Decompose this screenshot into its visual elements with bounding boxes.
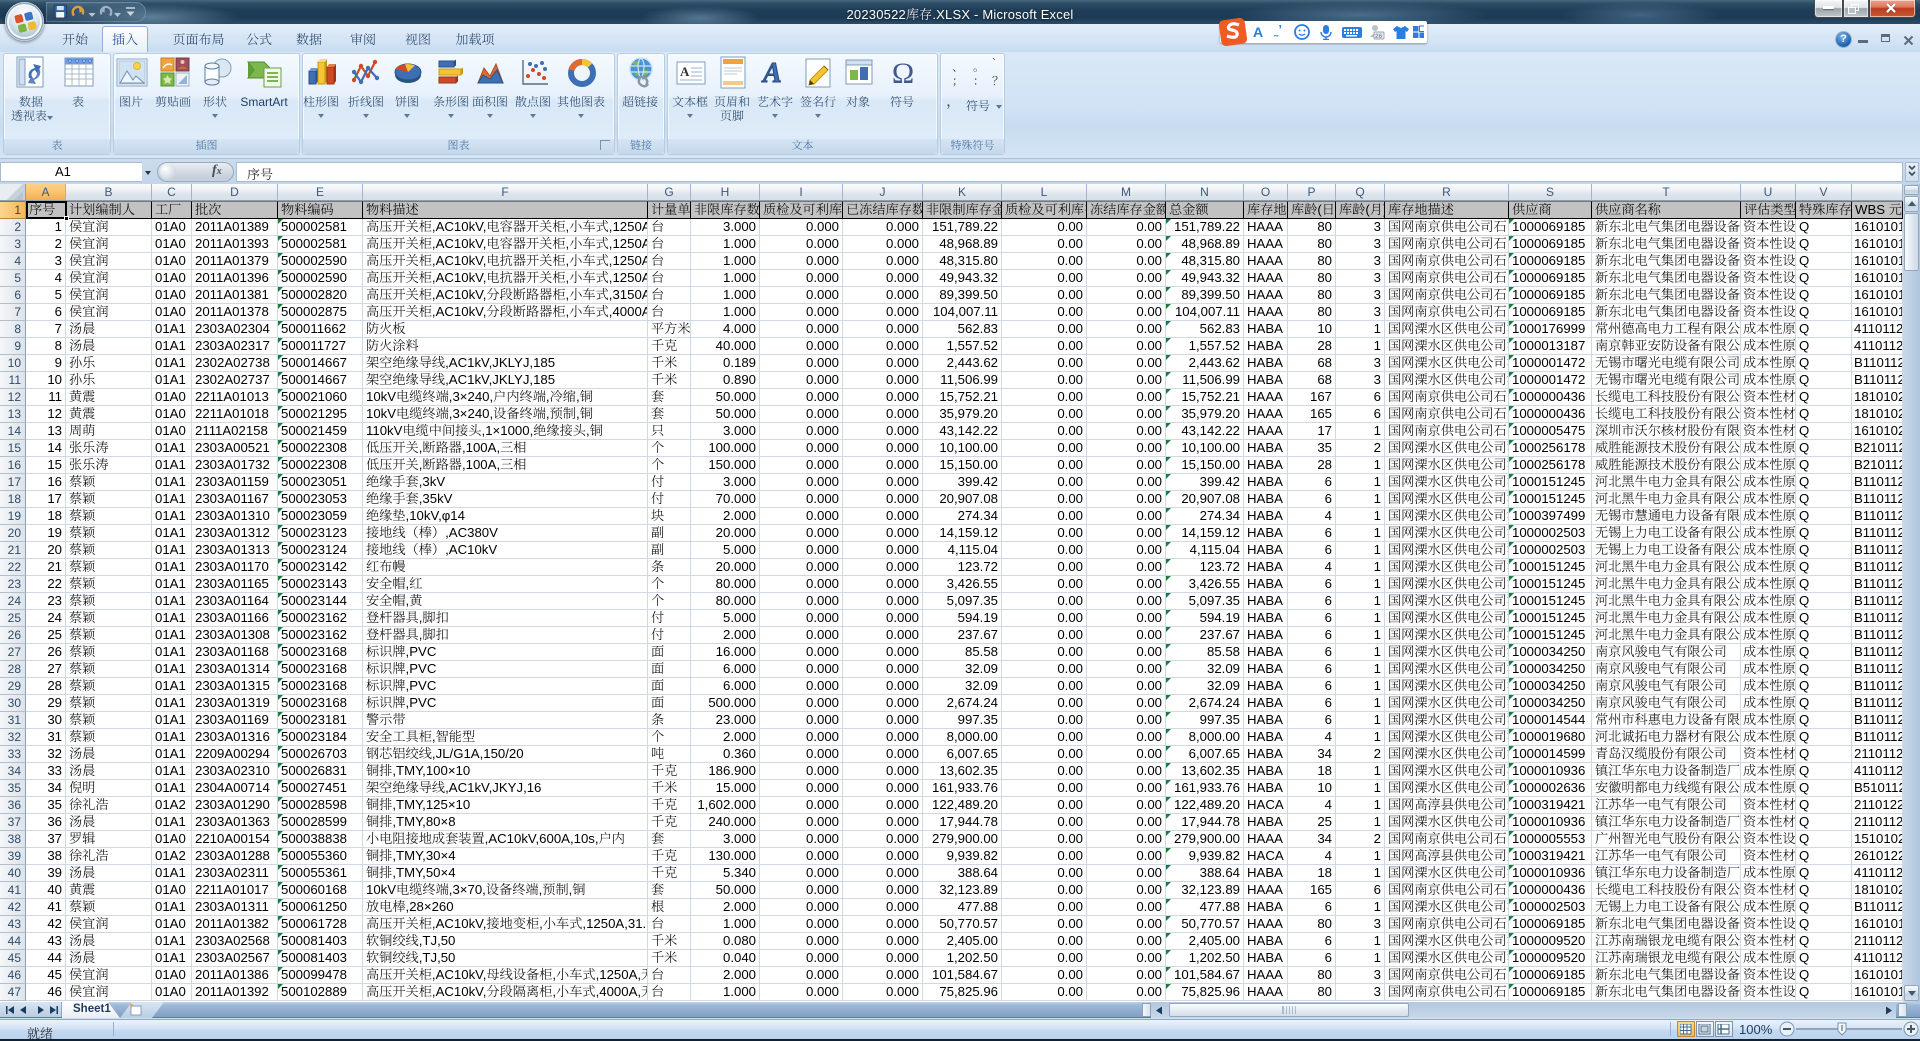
- svg-text:A: A: [761, 58, 782, 89]
- svg-text:A: A: [680, 64, 690, 79]
- svg-text:26: 26: [1375, 33, 1383, 40]
